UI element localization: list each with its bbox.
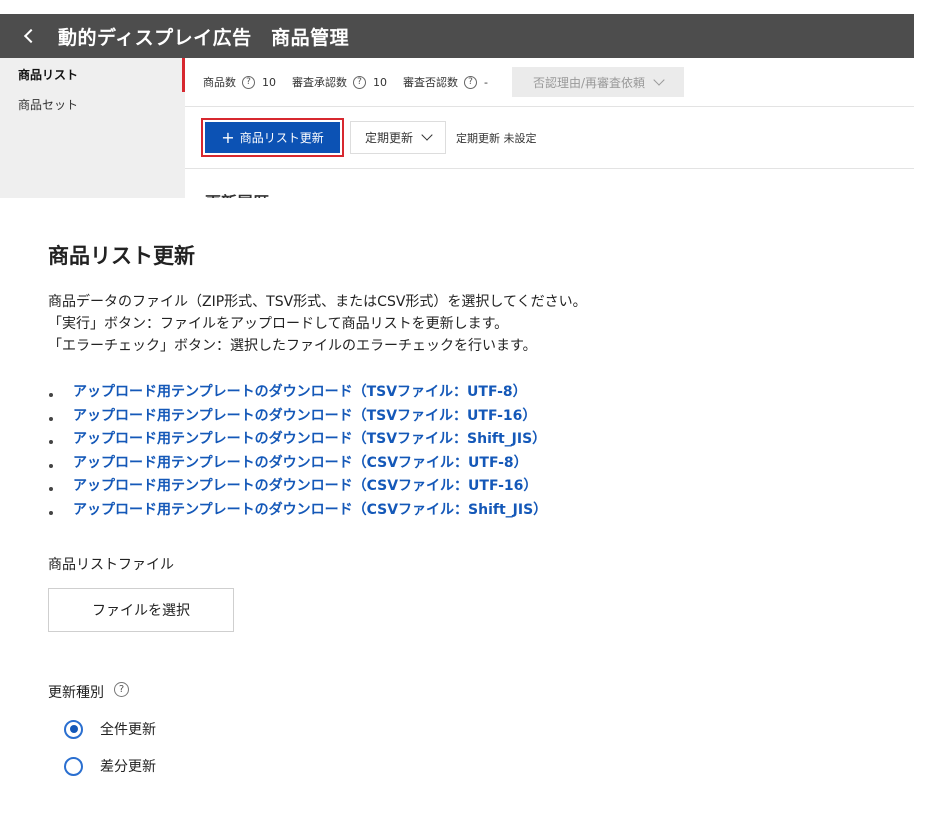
radio-label-diff: 差分更新 <box>100 759 156 775</box>
sidebar-item-product-list[interactable]: 商品リスト <box>0 58 185 92</box>
screenshot-crop: 動的ディスプレイ広告 商品管理 商品リスト 商品セット 商品数 ? 10 審査承… <box>0 0 928 198</box>
template-download-links: アップロード用テンプレートのダウンロード（TSVファイル：UTF-8） アップロ… <box>48 381 908 522</box>
update-history-heading: 更新履歴 <box>205 189 269 198</box>
update-product-list-button[interactable]: + 商品リスト更新 <box>205 122 340 153</box>
chevron-down-icon <box>653 73 665 86</box>
help-icon[interactable]: ? <box>114 681 129 697</box>
rejection-reason-label: 否認理由/再審査依頼 <box>532 75 645 90</box>
page-header: 動的ディスプレイ広告 商品管理 <box>0 14 914 58</box>
back-chevron-icon[interactable] <box>23 28 39 44</box>
rejected-count-value: - <box>484 75 488 89</box>
update-type-label-row: 更新種別 ? <box>48 681 908 702</box>
product-list-file-label: 商品リストファイル <box>48 557 174 573</box>
rejected-count-label: 審査否認数 <box>403 76 458 89</box>
dialog-title: 商品リスト更新 <box>48 244 195 268</box>
page-title: 動的ディスプレイ広告 商品管理 <box>58 26 350 49</box>
actions-row: + 商品リスト更新 定期更新 定期更新 未設定 <box>185 107 914 169</box>
template-link-csv-utf8[interactable]: アップロード用テンプレートのダウンロード（CSVファイル：UTF-8） <box>48 452 908 476</box>
update-type-label: 更新種別 <box>48 685 104 701</box>
radio-button-checked[interactable] <box>64 719 83 739</box>
dialog-description: 商品データのファイル（ZIP形式、TSV形式、またはCSV形式）を選択してくださ… <box>48 291 908 357</box>
plus-icon: + <box>221 128 235 147</box>
periodic-update-status: 定期更新 未設定 <box>456 131 537 145</box>
help-icon[interactable]: ? <box>464 75 477 89</box>
help-icon[interactable]: ? <box>242 75 255 89</box>
radio-diff-update[interactable]: 差分更新 <box>48 756 908 776</box>
description-line: 「実行」ボタン：ファイルをアップロードして商品リストを更新します。 <box>48 316 509 332</box>
update-dialog: 商品リスト更新 商品データのファイル（ZIP形式、TSV形式、またはCSV形式）… <box>48 240 908 776</box>
description-line: 「エラーチェック」ボタン：選択したファイルのエラーチェックを行います。 <box>48 338 537 354</box>
description-line: 商品データのファイル（ZIP形式、TSV形式、またはCSV形式）を選択してくださ… <box>48 294 587 310</box>
chevron-down-icon <box>421 129 433 141</box>
radio-label-full: 全件更新 <box>100 722 156 738</box>
main-content: 商品数 ? 10 審査承認数 ? 10 審査否認数 ? - 否認理由/再審査依頼… <box>185 58 914 198</box>
radio-full-update[interactable]: 全件更新 <box>48 719 908 739</box>
template-link-tsv-utf16[interactable]: アップロード用テンプレートのダウンロード（TSVファイル：UTF-16） <box>48 405 908 429</box>
stats-row: 商品数 ? 10 審査承認数 ? 10 審査否認数 ? - 否認理由/再審査依頼 <box>185 58 914 107</box>
update-button-label: 商品リスト更新 <box>239 131 324 145</box>
sidebar: 商品リスト 商品セット <box>0 58 185 198</box>
help-icon[interactable]: ? <box>353 75 366 89</box>
highlight-box: + 商品リスト更新 <box>201 118 344 157</box>
rejection-reason-dropdown[interactable]: 否認理由/再審査依頼 <box>511 67 684 97</box>
radio-button[interactable] <box>64 756 83 776</box>
choose-file-button[interactable]: ファイルを選択 <box>48 588 234 632</box>
product-count-label: 商品数 <box>203 76 236 89</box>
product-count-value: 10 <box>262 75 276 89</box>
approved-count-label: 審査承認数 <box>292 76 347 89</box>
template-link-tsv-utf8[interactable]: アップロード用テンプレートのダウンロード（TSVファイル：UTF-8） <box>48 381 908 405</box>
periodic-update-dropdown[interactable]: 定期更新 <box>350 121 446 154</box>
sidebar-item-product-set[interactable]: 商品セット <box>0 88 185 122</box>
template-link-csv-sjis[interactable]: アップロード用テンプレートのダウンロード（CSVファイル：Shift_JIS） <box>48 499 908 523</box>
template-link-csv-utf16[interactable]: アップロード用テンプレートのダウンロード（CSVファイル：UTF-16） <box>48 475 908 499</box>
approved-count-value: 10 <box>373 75 387 89</box>
periodic-update-label: 定期更新 <box>364 131 413 145</box>
template-link-tsv-sjis[interactable]: アップロード用テンプレートのダウンロード（TSVファイル：Shift_JIS） <box>48 428 908 452</box>
